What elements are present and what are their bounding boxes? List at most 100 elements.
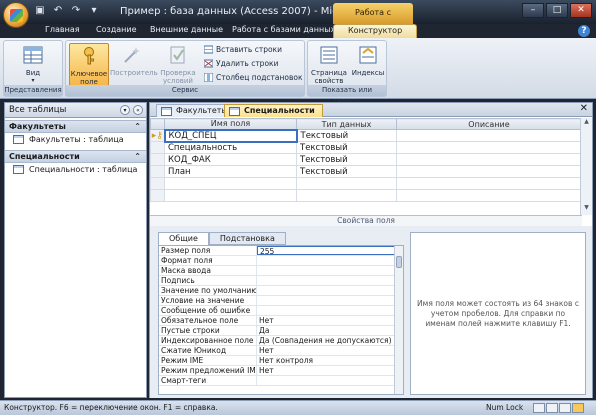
property-value[interactable]: Да xyxy=(257,326,403,335)
property-row[interactable]: Сообщение об ошибке xyxy=(159,306,403,316)
property-row[interactable]: Значение по умолчанию xyxy=(159,286,403,296)
tab-external-data[interactable]: Внешние данные xyxy=(150,25,223,34)
property-row[interactable]: Сжатие Юникод Нет xyxy=(159,346,403,356)
scroll-thumb[interactable] xyxy=(396,256,402,268)
builder-button[interactable]: Построитель xyxy=(110,43,158,86)
minimize-button[interactable]: – xyxy=(522,3,544,18)
field-name-cell[interactable]: Специальность xyxy=(164,141,297,154)
view-button[interactable]: Вид ▾ xyxy=(13,43,53,86)
description-cell[interactable] xyxy=(396,177,582,190)
design-view-icon[interactable] xyxy=(572,403,584,413)
table-row[interactable]: План Текстовый xyxy=(150,165,582,178)
nav-group-faculties[interactable]: Факультеты ⌃ xyxy=(5,120,146,133)
table-row[interactable]: КОД_ФАК Текстовый xyxy=(150,153,582,166)
nav-group-specialties[interactable]: Специальности ⌃ xyxy=(5,150,146,163)
tab-general[interactable]: Общие xyxy=(158,232,209,245)
property-row[interactable]: Обязательное поле Нет xyxy=(159,316,403,326)
property-sheet-button[interactable]: Страница свойств xyxy=(309,43,349,86)
data-type-cell[interactable] xyxy=(296,189,397,202)
description-cell[interactable] xyxy=(396,153,582,166)
qat-dropdown-icon[interactable]: ▾ xyxy=(88,5,100,17)
scroll-down-icon[interactable]: ▼ xyxy=(581,204,592,215)
data-type-cell[interactable] xyxy=(296,177,397,190)
field-name-cell[interactable] xyxy=(164,177,297,190)
property-row[interactable]: Условие на значение xyxy=(159,296,403,306)
nav-collapse-icon[interactable]: « xyxy=(133,105,143,115)
redo-icon[interactable]: ↷ xyxy=(70,5,82,17)
nav-header[interactable]: Все таблицы ▾ « xyxy=(5,103,146,118)
office-button[interactable] xyxy=(3,2,29,28)
primary-key-icon[interactable]: ▸⚷ xyxy=(150,129,165,142)
save-icon[interactable]: ▣ xyxy=(34,5,46,17)
undo-icon[interactable]: ↶ xyxy=(52,5,64,17)
property-value[interactable]: Нет xyxy=(257,366,403,375)
field-name-cell[interactable] xyxy=(164,189,297,202)
property-value[interactable] xyxy=(257,256,403,265)
property-row[interactable]: Смарт-теги xyxy=(159,376,403,386)
description-cell[interactable] xyxy=(396,141,582,154)
property-value[interactable]: Нет контроля xyxy=(257,356,403,365)
maximize-button[interactable]: □ xyxy=(546,3,568,18)
data-type-cell[interactable]: Текстовый xyxy=(296,165,397,178)
grid-scrollbar[interactable]: ▲ ▼ xyxy=(580,118,592,215)
nav-item-specialties-table[interactable]: Специальности : таблица xyxy=(5,163,146,176)
property-value[interactable]: Да (Совпадения не допускаются) xyxy=(257,336,403,345)
tab-database-tools[interactable]: Работа с базами данных xyxy=(232,25,335,34)
row-selector[interactable] xyxy=(150,189,165,202)
property-value[interactable] xyxy=(257,296,403,305)
field-name-cell[interactable]: План xyxy=(164,165,297,178)
property-row[interactable]: Режим IME Нет контроля xyxy=(159,356,403,366)
indexes-button[interactable]: Индексы xyxy=(348,43,388,86)
data-type-cell[interactable]: Текстовый xyxy=(296,129,397,142)
row-selector[interactable] xyxy=(150,165,165,178)
table-row[interactable] xyxy=(150,177,582,190)
property-value[interactable] xyxy=(257,276,403,285)
description-cell[interactable] xyxy=(396,165,582,178)
pivot-table-view-icon[interactable] xyxy=(546,403,558,413)
nav-item-faculties-table[interactable]: Факультеты : таблица xyxy=(5,133,146,146)
property-value[interactable] xyxy=(257,266,403,275)
check-rules-button[interactable]: Проверка условий xyxy=(156,43,200,86)
row-selector[interactable] xyxy=(150,177,165,190)
property-value[interactable]: Нет xyxy=(257,316,403,325)
help-icon[interactable]: ? xyxy=(578,25,590,37)
delete-rows-button[interactable]: Удалить строки xyxy=(204,58,278,69)
field-name-cell[interactable]: КОД_СПЕЦ xyxy=(163,128,298,143)
tab-home[interactable]: Главная xyxy=(45,25,80,34)
properties-scrollbar[interactable] xyxy=(394,246,403,394)
property-row[interactable]: Режим предложений IME Нет xyxy=(159,366,403,376)
insert-rows-button[interactable]: Вставить строки xyxy=(204,44,282,55)
property-value[interactable] xyxy=(257,286,403,295)
row-selector[interactable] xyxy=(150,153,165,166)
property-row[interactable]: Индексированное поле Да (Совпадения не до… xyxy=(159,336,403,346)
property-row[interactable]: Подпись xyxy=(159,276,403,286)
table-row[interactable]: Специальность Текстовый xyxy=(150,141,582,154)
nav-menu-dropdown-icon[interactable]: ▾ xyxy=(120,105,130,115)
key-field-button[interactable]: Ключевое поле xyxy=(69,43,109,86)
lookup-column-button[interactable]: Столбец подстановок xyxy=(204,72,303,83)
close-button[interactable]: ✕ xyxy=(570,3,592,18)
property-row[interactable]: Пустые строки Да xyxy=(159,326,403,336)
field-name-cell[interactable]: КОД_ФАК xyxy=(164,153,297,166)
property-value[interactable]: 255 xyxy=(257,246,403,255)
property-value[interactable]: Нет xyxy=(257,346,403,355)
property-value[interactable] xyxy=(257,306,403,315)
property-row[interactable]: Формат поля xyxy=(159,256,403,266)
doc-tab-specialties[interactable]: Специальности xyxy=(224,104,323,117)
tab-create[interactable]: Создание xyxy=(96,25,137,34)
data-type-cell[interactable]: Текстовый xyxy=(296,141,397,154)
property-value[interactable] xyxy=(257,376,403,385)
scroll-up-icon[interactable]: ▲ xyxy=(581,118,592,129)
pivot-chart-view-icon[interactable] xyxy=(559,403,571,413)
table-row[interactable]: ▸⚷ КОД_СПЕЦ Текстовый xyxy=(150,128,582,143)
table-row[interactable] xyxy=(150,189,582,202)
description-cell[interactable] xyxy=(396,129,582,142)
tab-design[interactable]: Конструктор xyxy=(333,24,418,38)
close-document-icon[interactable]: ✕ xyxy=(580,103,588,114)
datasheet-view-icon[interactable] xyxy=(533,403,545,413)
property-row[interactable]: Маска ввода xyxy=(159,266,403,276)
row-selector[interactable] xyxy=(150,141,165,154)
property-row[interactable]: Размер поля 255 xyxy=(159,246,403,256)
data-type-cell[interactable]: Текстовый xyxy=(296,153,397,166)
description-cell[interactable] xyxy=(396,189,582,202)
